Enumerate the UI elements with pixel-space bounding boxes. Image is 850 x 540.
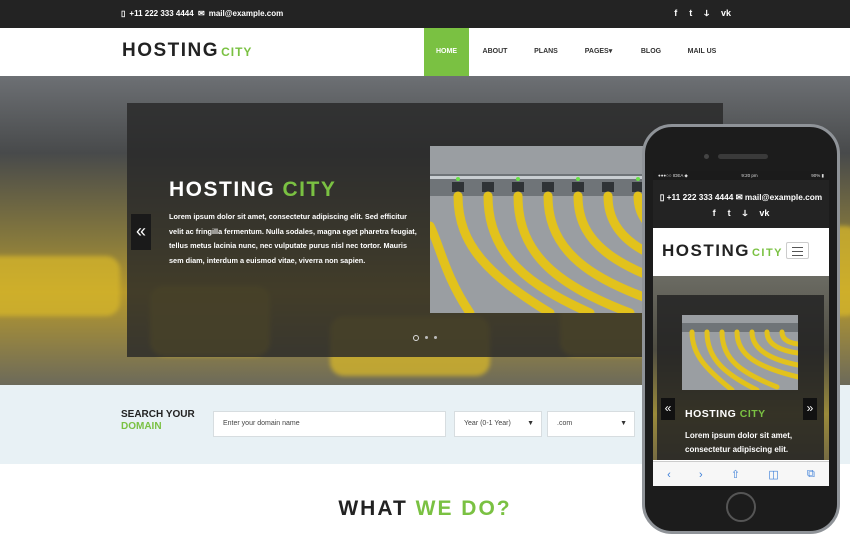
nav-item-about[interactable]: ABOUT <box>469 28 521 76</box>
slide-dot[interactable] <box>425 336 428 339</box>
phone-camera-icon <box>704 154 709 159</box>
phone-logo-main: HOSTING <box>662 241 750 260</box>
phone-phone-contact: ▯ +11 222 333 4444 ✉ mail@example.com <box>659 192 823 202</box>
phone-slide-title-main: HOSTING <box>685 408 737 420</box>
tld-select-value: .com <box>557 420 573 427</box>
email-contact[interactable]: ✉ mail@example.com <box>198 9 283 18</box>
phone-logo-accent: CITY <box>751 247 784 259</box>
section-title-main: WHAT <box>338 497 408 520</box>
vk-icon[interactable]: vk <box>721 8 731 19</box>
twitter-icon[interactable]: t <box>689 8 692 19</box>
vk-icon[interactable]: vk <box>759 208 769 219</box>
slide-title-accent: CITY <box>282 178 337 201</box>
phone-slide-title: HOSTING CITY <box>685 408 766 420</box>
phone-phone-number: +11 222 333 4444 <box>666 192 734 202</box>
rss-icon[interactable]: ↆ <box>704 8 709 19</box>
phone-slide-next-button[interactable]: » <box>803 398 817 420</box>
search-domain-label: SEARCH YOUR DOMAIN <box>121 409 195 433</box>
main-navbar: HOSTING CITY HOME ABOUT PLANS PAGES▾ BLOG… <box>0 28 850 76</box>
section-title-accent: WE DO? <box>415 497 512 520</box>
slide-dot[interactable] <box>413 335 419 341</box>
year-select-value: Year (0-1 Year) <box>464 420 511 427</box>
top-contact-bar: ▯ +11 222 333 4444 ✉ mail@example.com f … <box>0 0 850 28</box>
facebook-icon[interactable]: f <box>713 208 716 219</box>
domain-input[interactable]: Enter your domain name <box>213 411 446 437</box>
envelope-icon: ✉ <box>198 9 205 18</box>
hamburger-menu-icon[interactable] <box>786 242 809 259</box>
phone-social-links: f t ↆ vk <box>653 208 829 219</box>
phone-slide-prev-button[interactable]: « <box>661 398 675 420</box>
search-label-line2: DOMAIN <box>121 421 162 432</box>
phone-contact-bar: ▯ +11 222 333 4444 ✉ mail@example.com f … <box>653 180 829 228</box>
phone-logo[interactable]: HOSTING CITY <box>662 241 783 261</box>
phone-icon: ▯ <box>121 9 126 18</box>
carrier-status: ●●●○○ IDEA ◆ <box>658 173 688 178</box>
phone-speaker <box>718 154 768 159</box>
phone-home-button <box>726 492 756 522</box>
share-icon[interactable]: ⇧ <box>731 468 740 481</box>
caret-down-icon: ▼ <box>620 420 627 427</box>
rss-icon[interactable]: ↆ <box>743 208 748 219</box>
slide-prev-button[interactable]: « <box>131 214 151 250</box>
year-select[interactable]: Year (0-1 Year) ▼ <box>454 411 542 437</box>
logo-accent-text: CITY <box>221 45 253 59</box>
facebook-icon[interactable]: f <box>674 8 677 19</box>
search-label-line1: SEARCH YOUR <box>121 409 195 420</box>
tld-select[interactable]: .com ▼ <box>547 411 635 437</box>
email-address[interactable]: mail@example.com <box>209 9 284 18</box>
nav-item-mail-us[interactable]: MAIL US <box>676 28 728 76</box>
hero-background-cable <box>0 256 120 316</box>
logo-main-text: HOSTING <box>122 40 220 61</box>
site-logo[interactable]: HOSTING CITY <box>122 40 252 62</box>
nav-item-pages[interactable]: PAGES▾ <box>571 28 626 76</box>
tabs-icon[interactable]: ⧉ <box>807 468 815 481</box>
phone-screen: ●●●○○ IDEA ◆ 9:20 pm 90% ▮ ▯ +11 222 333… <box>653 171 829 486</box>
phone-slide-image <box>682 315 798 390</box>
slide-dot[interactable] <box>434 336 437 339</box>
bookmarks-icon[interactable]: ◫ <box>768 468 778 481</box>
phone-slide: « » HOSTING CITY Lorem ipsum dolor sit a… <box>657 295 824 468</box>
slide-dots <box>413 335 437 341</box>
battery-status: 90% ▮ <box>811 173 824 178</box>
slide-title-main: HOSTING <box>169 178 276 201</box>
slide-text: Lorem ipsum dolor sit amet, consectetur … <box>169 212 417 265</box>
back-icon[interactable]: ‹ <box>667 469 671 481</box>
forward-icon[interactable]: › <box>699 469 703 481</box>
phone-number: +11 222 333 4444 <box>129 9 194 18</box>
twitter-icon[interactable]: t <box>728 208 731 219</box>
caret-down-icon: ▼ <box>527 420 534 427</box>
network-switch-cables-image <box>682 315 798 390</box>
nav-menu: HOME ABOUT PLANS PAGES▾ BLOG MAIL US <box>424 28 728 76</box>
phone-status-bar: ●●●○○ IDEA ◆ 9:20 pm 90% ▮ <box>653 171 829 180</box>
nav-item-plans[interactable]: PLANS <box>521 28 571 76</box>
phone-email[interactable]: mail@example.com <box>745 192 822 202</box>
hero-slide: HOSTING CITY Lorem ipsum dolor sit amet,… <box>127 103 723 357</box>
phone-hero: « » HOSTING CITY Lorem ipsum dolor sit a… <box>653 276 829 468</box>
phone-navbar: HOSTING CITY <box>653 228 829 276</box>
phone-contact: ▯ +11 222 333 4444 <box>121 9 194 18</box>
nav-item-blog[interactable]: BLOG <box>626 28 676 76</box>
status-time: 9:20 pm <box>741 173 758 178</box>
safari-toolbar: ‹ › ⇧ ◫ ⧉ <box>653 461 829 486</box>
social-links: f t ↆ vk <box>674 8 731 19</box>
slide-title: HOSTING CITY <box>169 178 336 202</box>
nav-item-home[interactable]: HOME <box>424 28 469 76</box>
phone-slide-title-accent: CITY <box>739 408 766 420</box>
